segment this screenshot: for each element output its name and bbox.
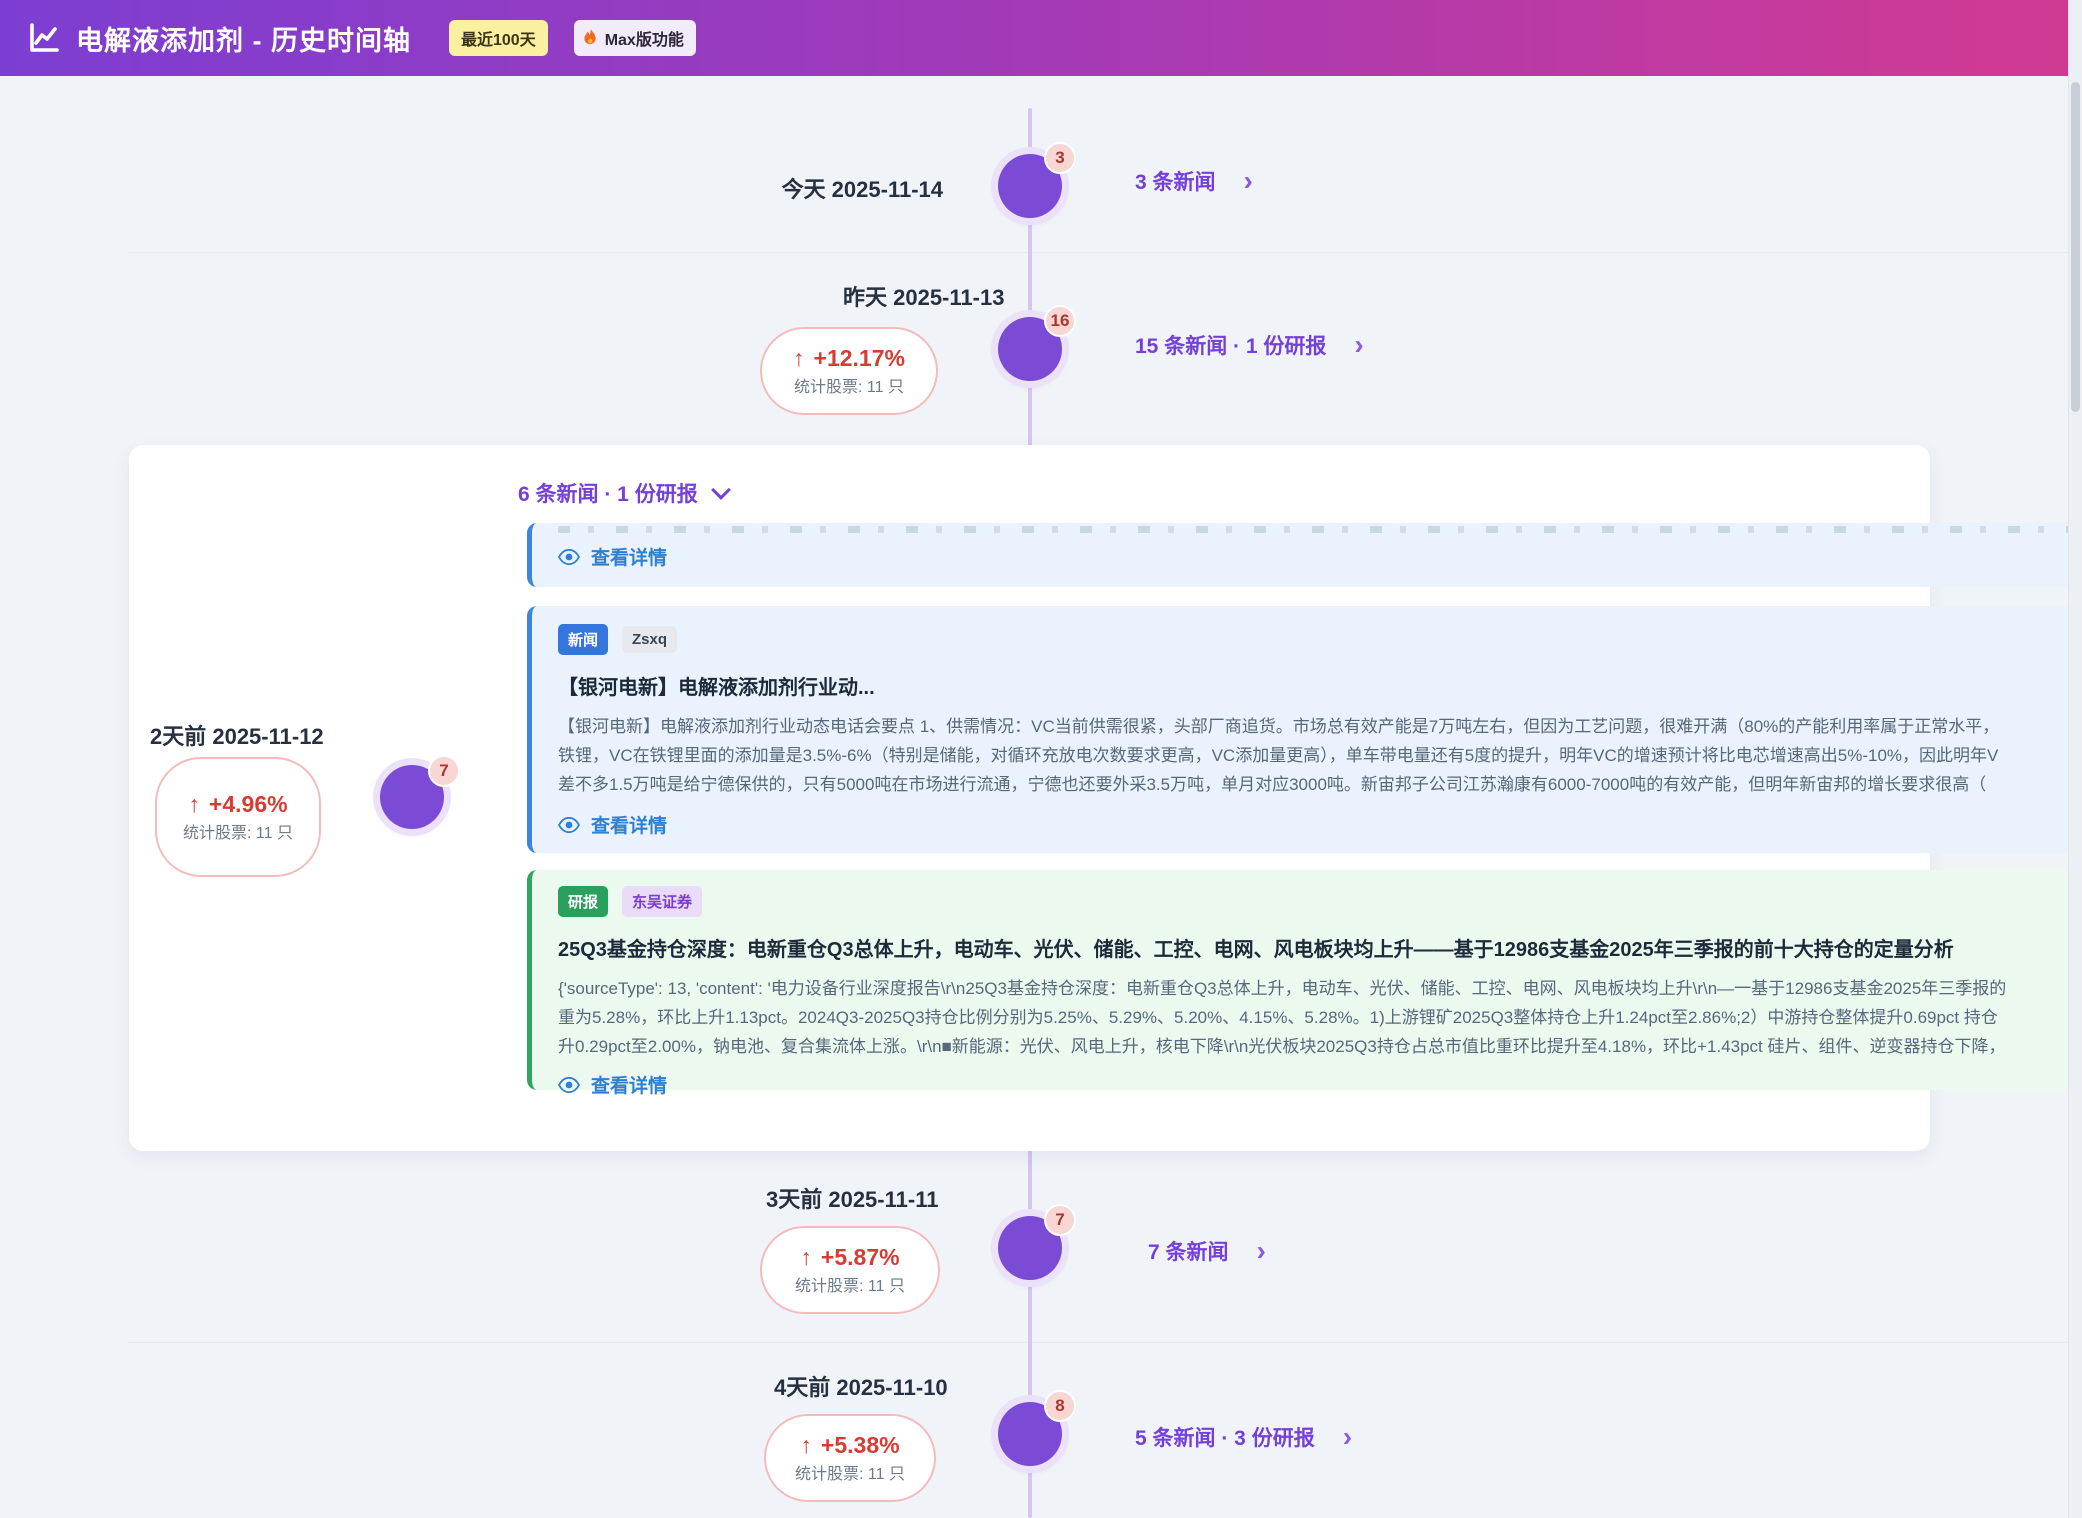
entry-date: 4天前 2025-11-10 bbox=[774, 1370, 948, 1402]
max-feature-label: Max版功能 bbox=[605, 26, 684, 50]
timeline-page: 电解液添加剂 - 历史时间轴 最近100天 Max版功能 今天 2025-11-… bbox=[0, 0, 2082, 1518]
news-count-badge: 16 bbox=[1044, 305, 1076, 337]
entry-news-link[interactable]: 7 条新闻 › bbox=[1148, 1236, 1266, 1266]
view-details-label: 查看详情 bbox=[591, 811, 667, 838]
app-header: 电解液添加剂 - 历史时间轴 最近100天 Max版功能 bbox=[0, 0, 2082, 76]
news-type-badge: 新闻 bbox=[558, 624, 608, 655]
chevron-right-icon: › bbox=[1257, 1241, 1266, 1261]
expanded-summary-label: 6 条新闻 · 1 份研报 bbox=[518, 478, 698, 508]
stocks-counted: 统计股票: 11 只 bbox=[794, 377, 904, 398]
entry-news-link-label: 3 条新闻 bbox=[1135, 166, 1216, 196]
eye-icon bbox=[558, 1077, 580, 1093]
max-feature-badge: Max版功能 bbox=[574, 20, 696, 56]
chevron-right-icon: › bbox=[1343, 1427, 1352, 1447]
chart-line-icon bbox=[26, 20, 62, 56]
eye-icon bbox=[558, 549, 580, 565]
date-range-badge: 最近100天 bbox=[449, 20, 548, 56]
entry-date: 昨天 2025-11-13 bbox=[843, 280, 1004, 312]
change-pill: ↑ +5.38% 统计股票: 11 只 bbox=[764, 1414, 936, 1502]
view-details-link[interactable]: 查看详情 bbox=[558, 811, 2082, 838]
entry-news-link-label: 15 条新闻 · 1 份研报 bbox=[1135, 330, 1326, 360]
report-card[interactable]: 研报 东吴证券 25Q3基金持仓深度：电新重仓Q3总体上升，电动车、光伏、储能、… bbox=[527, 870, 2082, 1090]
news-count-badge: 7 bbox=[1044, 1204, 1076, 1236]
entry-divider bbox=[127, 1342, 2082, 1343]
scrollbar-thumb[interactable] bbox=[2071, 82, 2080, 412]
entry-date: 2天前 2025-11-12 bbox=[150, 719, 324, 751]
change-percent: +5.87% bbox=[821, 1244, 900, 1271]
entry-news-link[interactable]: 5 条新闻 · 3 份研报 › bbox=[1135, 1422, 1352, 1452]
news-card-clipped[interactable]: 查看详情 bbox=[527, 523, 2082, 587]
news-body-line: 【银河电新】电解液添加剂行业动态电话会要点 1、供需情况：VC当前供需很紧，头部… bbox=[558, 712, 2082, 741]
news-count-badge: 7 bbox=[428, 755, 460, 787]
view-details-link[interactable]: 查看详情 bbox=[558, 1071, 2082, 1098]
clipped-text-fragment bbox=[558, 526, 2082, 533]
entry-divider bbox=[127, 252, 2082, 253]
news-body-line: 差不多1.5万吨是给宁德保供的，只有5000吨在市场进行流通，宁德也还要外采3.… bbox=[558, 770, 2082, 799]
change-percent: +5.38% bbox=[821, 1432, 900, 1459]
entry-date: 3天前 2025-11-11 bbox=[766, 1182, 938, 1214]
change-pill: ↑ +12.17% 统计股票: 11 只 bbox=[760, 327, 938, 415]
report-body: {'sourceType': 13, 'content': '电力设备行业深度报… bbox=[558, 974, 2082, 1061]
up-arrow-icon: ↑ bbox=[793, 345, 805, 372]
news-body-line: 铁锂，VC在铁锂里面的添加量是3.5%-6%（特别是储能，对循环充放电次数要求更… bbox=[558, 741, 2082, 770]
report-source-badge: 东吴证券 bbox=[622, 886, 702, 917]
stocks-counted: 统计股票: 11 只 bbox=[795, 1276, 905, 1297]
chevron-right-icon: › bbox=[1354, 335, 1363, 355]
news-count-badge: 3 bbox=[1044, 142, 1076, 174]
page-title: 电解液添加剂 - 历史时间轴 bbox=[76, 19, 411, 58]
report-title: 25Q3基金持仓深度：电新重仓Q3总体上升，电动车、光伏、储能、工控、电网、风电… bbox=[558, 933, 2082, 962]
report-body-line: 重为5.28%，环比上升1.13pct。2024Q3-2025Q3持仓比例分别为… bbox=[558, 1003, 2082, 1032]
up-arrow-icon: ↑ bbox=[800, 1432, 812, 1459]
report-body-line: {'sourceType': 13, 'content': '电力设备行业深度报… bbox=[558, 974, 2082, 1003]
flame-icon bbox=[583, 29, 598, 47]
expanded-summary-toggle[interactable]: 6 条新闻 · 1 份研报 bbox=[518, 478, 728, 508]
report-body-line: 升0.29pct至2.00%，钠电池、复合集流体上涨。\r\n■新能源：光伏、风… bbox=[558, 1032, 2082, 1061]
entry-date: 今天 2025-11-14 bbox=[543, 172, 943, 204]
eye-icon bbox=[558, 817, 580, 833]
news-body: 【银河电新】电解液添加剂行业动态电话会要点 1、供需情况：VC当前供需很紧，头部… bbox=[558, 712, 2082, 799]
news-source-badge: Zsxq bbox=[622, 626, 677, 653]
change-percent: +12.17% bbox=[814, 345, 905, 372]
stocks-counted: 统计股票: 11 只 bbox=[795, 1464, 905, 1485]
entry-news-link[interactable]: 3 条新闻 › bbox=[1135, 166, 1253, 196]
stocks-counted: 统计股票: 11 只 bbox=[179, 823, 297, 844]
chevron-down-icon bbox=[711, 480, 731, 500]
entry-news-link-label: 5 条新闻 · 3 份研报 bbox=[1135, 1422, 1315, 1452]
up-arrow-icon: ↑ bbox=[188, 791, 200, 818]
change-pill: ↑ +4.96% 统计股票: 11 只 bbox=[155, 757, 321, 877]
change-pill: ↑ +5.87% 统计股票: 11 只 bbox=[760, 1226, 940, 1314]
news-card[interactable]: 新闻 Zsxq 【银河电新】电解液添加剂行业动... 【银河电新】电解液添加剂行… bbox=[527, 606, 2082, 853]
entry-news-link[interactable]: 15 条新闻 · 1 份研报 › bbox=[1135, 330, 1364, 360]
change-percent: +4.96% bbox=[209, 791, 288, 818]
report-type-badge: 研报 bbox=[558, 886, 608, 917]
scrollbar-track[interactable] bbox=[2068, 0, 2082, 1518]
view-details-link[interactable]: 查看详情 bbox=[558, 543, 2082, 570]
entry-news-link-label: 7 条新闻 bbox=[1148, 1236, 1229, 1266]
news-count-badge: 8 bbox=[1044, 1390, 1076, 1422]
chevron-right-icon: › bbox=[1244, 171, 1253, 191]
news-title: 【银河电新】电解液添加剂行业动... bbox=[558, 671, 2082, 700]
up-arrow-icon: ↑ bbox=[800, 1244, 812, 1271]
view-details-label: 查看详情 bbox=[591, 1071, 667, 1098]
view-details-label: 查看详情 bbox=[591, 543, 667, 570]
